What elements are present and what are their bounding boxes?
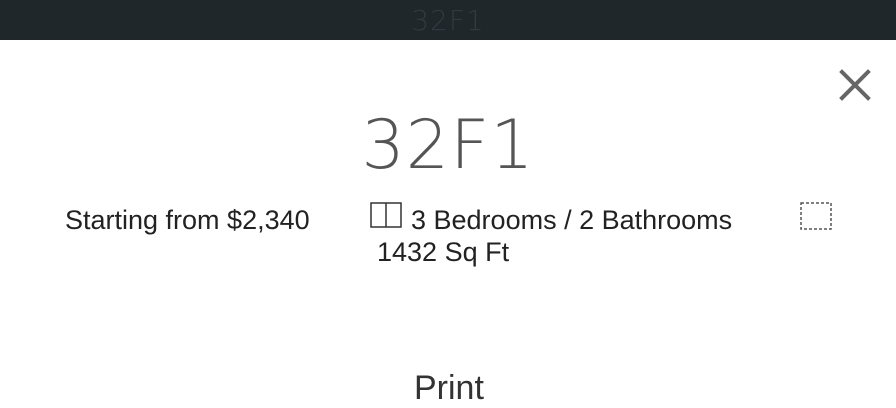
bedrooms-bathrooms: 3 Bedrooms / 2 Bathrooms [411,205,733,235]
top-bar-title: 32F1 [411,3,485,37]
print-heading: Print [414,369,484,407]
top-bar: 32F1 [0,0,896,40]
close-icon [839,69,871,101]
starting-price: Starting from $2,340 [65,205,310,235]
area-icon [800,202,832,230]
square-footage: 1432 Sq Ft [377,237,510,267]
unit-title: 32F1 [361,106,535,185]
floorplan-icon [370,202,402,228]
close-button[interactable] [836,66,874,104]
